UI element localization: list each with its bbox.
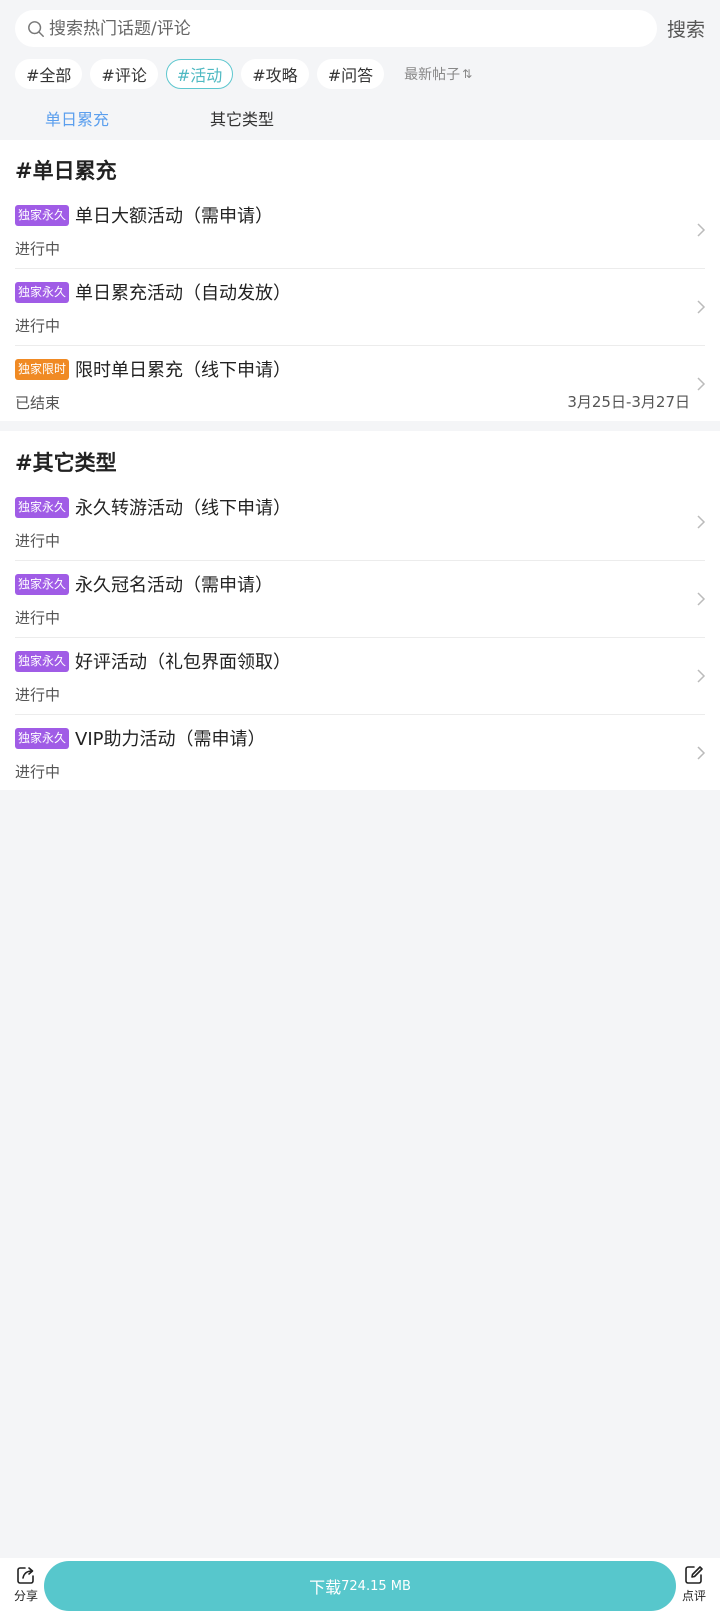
tag-guides[interactable]: #攻略 bbox=[241, 59, 309, 89]
bottom-bar: 分享 下载 724.15 MB 点评 bbox=[0, 1558, 720, 1615]
edit-icon bbox=[685, 1566, 703, 1584]
tab-other-types[interactable]: 其它类型 bbox=[210, 100, 274, 140]
section-title: #其它类型 bbox=[15, 451, 117, 475]
chevron-right-icon bbox=[697, 592, 706, 606]
list-item[interactable]: 独家永久 单日累充活动（自动发放） 进行中 bbox=[15, 269, 706, 346]
review-button[interactable]: 点评 bbox=[674, 1564, 714, 1604]
list-item[interactable]: 独家永久 好评活动（礼包界面领取） 进行中 bbox=[15, 638, 706, 715]
section-other-types: #其它类型 独家永久 永久转游活动（线下申请） 进行中 独家永久 永久冠名活动（… bbox=[0, 431, 720, 790]
sort-button[interactable]: 最新帖子 ⇅ bbox=[404, 64, 472, 84]
chevron-right-icon bbox=[697, 223, 706, 237]
chevron-right-icon bbox=[697, 746, 706, 760]
tag-filter-row: #全部 #评论 #活动 #攻略 #问答 最新帖子 ⇅ bbox=[15, 58, 472, 90]
item-title: 单日累充活动（自动发放） bbox=[75, 283, 292, 304]
item-title: 永久冠名活动（需申请） bbox=[75, 575, 274, 596]
item-title: 永久转游活动（线下申请） bbox=[75, 498, 292, 519]
search-button[interactable]: 搜索 bbox=[667, 15, 705, 42]
list-item[interactable]: 独家永久 永久冠名活动（需申请） 进行中 bbox=[15, 561, 706, 638]
list-item[interactable]: 独家限时 限时单日累充（线下申请） 已结束 3月25日-3月27日 bbox=[15, 346, 706, 423]
download-size: 724.15 MB bbox=[341, 1578, 411, 1594]
download-label: 下载 bbox=[309, 1578, 342, 1597]
section-title: #单日累充 bbox=[15, 159, 117, 183]
sort-arrows-icon: ⇅ bbox=[462, 67, 473, 81]
list-item[interactable]: 独家永久 永久转游活动（线下申请） 进行中 bbox=[15, 484, 706, 561]
tab-daily-recharge[interactable]: 单日累充 bbox=[45, 100, 109, 140]
tag-qa[interactable]: #问答 bbox=[316, 59, 385, 89]
sort-label: 最新帖子 bbox=[404, 67, 461, 83]
sub-tabs: 单日累充 其它类型 bbox=[0, 100, 720, 140]
tag-comments[interactable]: #评论 bbox=[90, 59, 158, 89]
badge-permanent: 独家永久 bbox=[15, 727, 70, 749]
review-label: 点评 bbox=[681, 1589, 706, 1603]
item-status: 进行中 bbox=[15, 763, 61, 781]
search-box[interactable] bbox=[15, 10, 657, 47]
badge-permanent: 独家永久 bbox=[15, 204, 70, 226]
share-button[interactable]: 分享 bbox=[6, 1564, 46, 1604]
badge-permanent: 独家永久 bbox=[15, 281, 70, 303]
search-input[interactable] bbox=[49, 18, 657, 39]
item-status: 进行中 bbox=[15, 532, 61, 550]
search-row: 搜索 bbox=[15, 10, 705, 47]
tag-events[interactable]: #活动 bbox=[165, 59, 234, 89]
badge-limited: 独家限时 bbox=[15, 358, 70, 380]
list-item[interactable]: 独家永久 VIP助力活动（需申请） 进行中 bbox=[15, 715, 706, 792]
search-icon bbox=[28, 20, 44, 37]
chevron-right-icon bbox=[697, 377, 706, 391]
badge-permanent: 独家永久 bbox=[15, 573, 70, 595]
share-icon bbox=[17, 1567, 34, 1584]
badge-permanent: 独家永久 bbox=[15, 496, 70, 518]
chevron-right-icon bbox=[697, 515, 706, 529]
item-status: 进行中 bbox=[15, 240, 61, 258]
chevron-right-icon bbox=[697, 300, 706, 314]
item-title: VIP助力活动（需申请） bbox=[75, 729, 266, 750]
section-daily-recharge: #单日累充 独家永久 单日大额活动（需申请） 进行中 独家永久 单日累充活动（自… bbox=[0, 140, 720, 421]
item-title: 限时单日累充（线下申请） bbox=[75, 360, 292, 381]
item-title: 单日大额活动（需申请） bbox=[75, 206, 274, 227]
item-date-range: 3月25日-3月27日 bbox=[567, 393, 690, 411]
badge-permanent: 独家永久 bbox=[15, 650, 70, 672]
item-status: 已结束 bbox=[15, 394, 61, 412]
item-status: 进行中 bbox=[15, 686, 61, 704]
chevron-right-icon bbox=[697, 669, 706, 683]
list-item[interactable]: 独家永久 单日大额活动（需申请） 进行中 bbox=[15, 192, 706, 269]
item-status: 进行中 bbox=[15, 609, 61, 627]
item-title: 好评活动（礼包界面领取） bbox=[75, 652, 292, 673]
tag-all[interactable]: #全部 bbox=[15, 59, 83, 89]
share-label: 分享 bbox=[13, 1589, 38, 1603]
item-status: 进行中 bbox=[15, 317, 61, 335]
download-button[interactable]: 下载 724.15 MB bbox=[44, 1561, 676, 1611]
